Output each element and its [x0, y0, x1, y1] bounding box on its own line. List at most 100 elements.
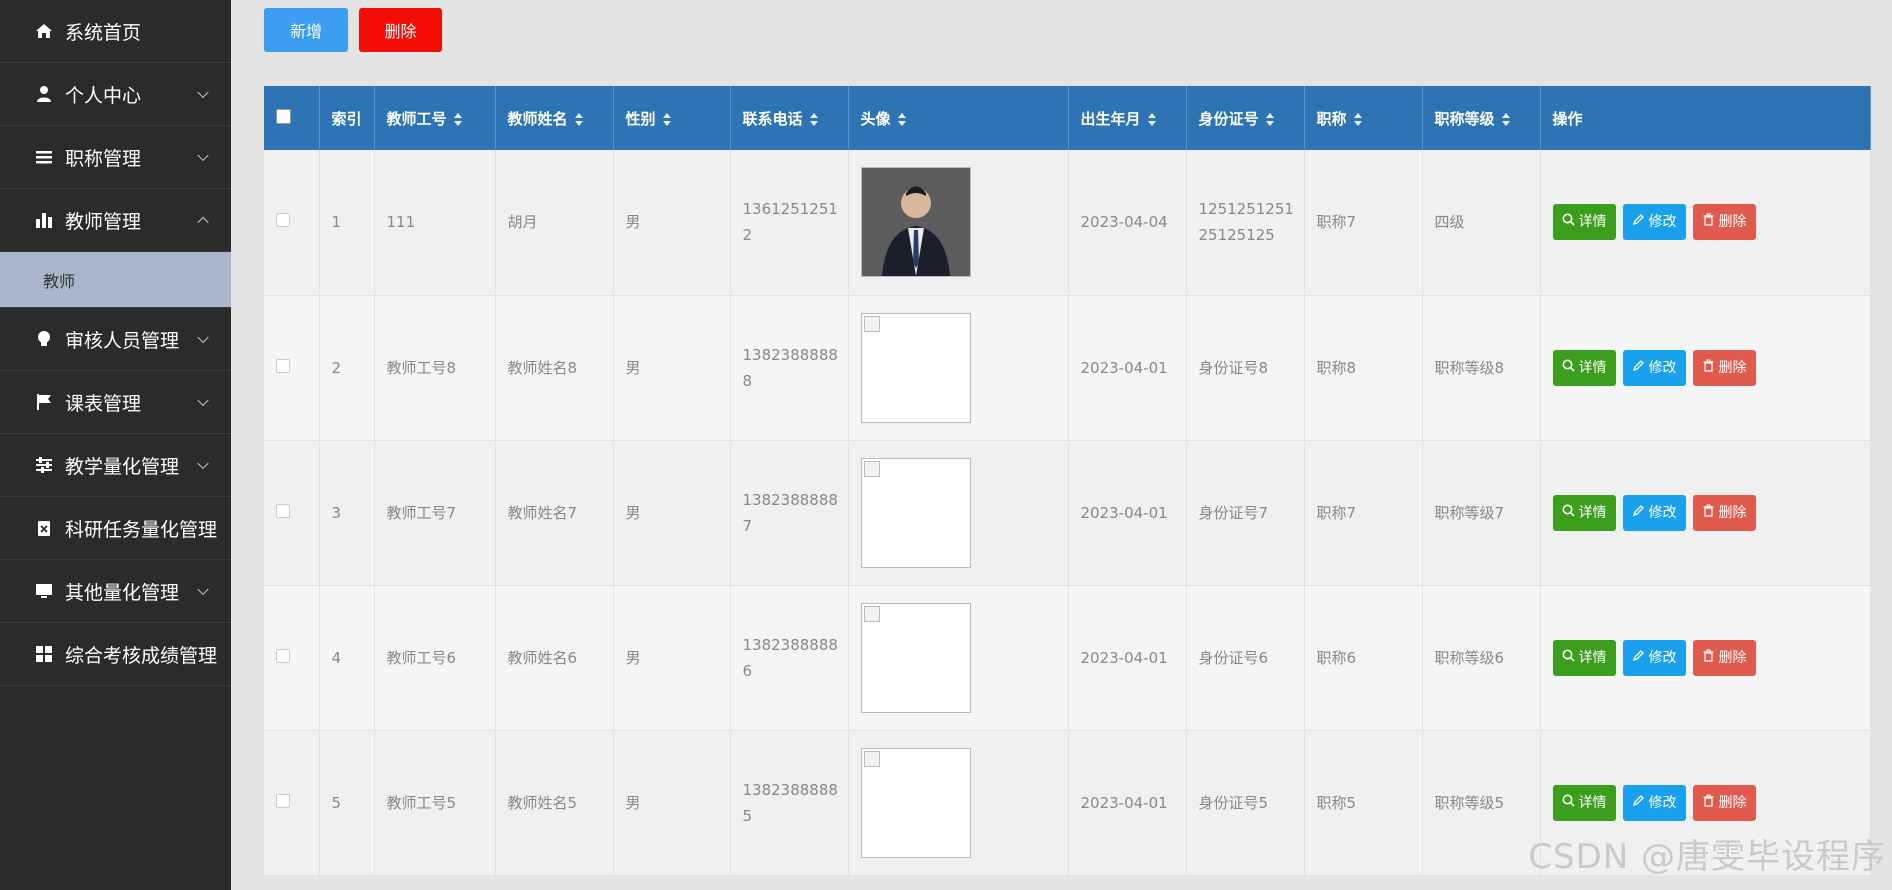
cell-actions: 详情 修改 删除: [1540, 150, 1871, 296]
cell-title: 职称7: [1304, 440, 1423, 586]
monitor-icon: [35, 582, 53, 600]
row-checkbox[interactable]: [276, 503, 290, 518]
sidebar-item-personal-center[interactable]: 个人中心: [0, 63, 231, 126]
cell-id-card: 身份证号8: [1186, 295, 1305, 441]
search-icon: [1562, 209, 1575, 235]
broken-image-icon: [863, 460, 880, 477]
row-checkbox-cell: [264, 585, 320, 731]
header-level[interactable]: 职称等级: [1422, 86, 1541, 150]
cell-phone: 13612512512: [730, 150, 849, 296]
detail-button[interactable]: 详情: [1552, 494, 1616, 531]
sidebar-item-label: 职称管理: [65, 147, 142, 170]
cell-id-card: 身份证号5: [1186, 730, 1305, 876]
broken-image-icon: [863, 315, 880, 332]
delete-button[interactable]: 删除: [1692, 204, 1756, 241]
sidebar-item-home[interactable]: 系统首页: [0, 0, 231, 63]
row-checkbox[interactable]: [276, 358, 290, 373]
sidebar-item-research-quant[interactable]: 科研任务量化管理: [0, 497, 231, 560]
edit-button[interactable]: 修改: [1622, 639, 1686, 676]
edit-icon: [1632, 790, 1645, 816]
cell-name: 胡月: [495, 150, 614, 296]
detail-button[interactable]: 详情: [1552, 784, 1616, 821]
cell-birth: 2023-04-01: [1068, 440, 1187, 586]
teacher-table: 索引 教师工号 教师姓名 性别 联系电话 头像 出生年月 身份证号 职称 职称等…: [264, 86, 1871, 876]
row-checkbox[interactable]: [276, 213, 290, 228]
bar-chart-icon: [35, 211, 53, 229]
cell-id-card: 身份证号6: [1186, 585, 1305, 731]
edit-button[interactable]: 修改: [1622, 204, 1686, 241]
detail-button[interactable]: 详情: [1552, 204, 1616, 241]
sort-icon[interactable]: [453, 112, 462, 126]
row-checkbox[interactable]: [276, 648, 290, 663]
avatar-image: [860, 747, 971, 858]
sidebar-item-label: 综合考核成绩管理: [65, 644, 218, 667]
cell-level: 职称等级7: [1422, 440, 1541, 586]
header-phone[interactable]: 联系电话: [730, 86, 849, 150]
header-index: 索引: [319, 86, 375, 150]
cell-gender: 男: [613, 295, 731, 441]
edit-icon: [1632, 209, 1645, 235]
select-all-checkbox[interactable]: [276, 108, 291, 124]
header-name[interactable]: 教师姓名: [495, 86, 614, 150]
cell-birth: 2023-04-01: [1068, 730, 1187, 876]
row-checkbox[interactable]: [276, 793, 290, 808]
edit-button[interactable]: 修改: [1622, 494, 1686, 531]
sort-icon[interactable]: [1353, 112, 1362, 126]
sidebar-item-reviewer-management[interactable]: 审核人员管理: [0, 308, 231, 371]
header-gender[interactable]: 性别: [613, 86, 731, 150]
cell-teacher-id: 教师工号8: [374, 295, 496, 441]
home-icon: [35, 22, 53, 40]
sort-icon[interactable]: [809, 112, 818, 126]
sort-icon[interactable]: [1501, 112, 1510, 126]
add-button[interactable]: 新增: [264, 8, 348, 52]
bulk-delete-button[interactable]: 删除: [359, 8, 442, 52]
chevron-down-icon: [197, 583, 209, 596]
delete-button[interactable]: 删除: [1692, 639, 1756, 676]
header-teacher-id[interactable]: 教师工号: [374, 86, 496, 150]
cell-avatar: [848, 440, 1069, 586]
lightbulb-icon: [35, 330, 53, 348]
edit-icon: [1632, 500, 1645, 526]
sidebar-item-teacher-management[interactable]: 教师管理: [0, 189, 231, 252]
row-checkbox-cell: [264, 440, 320, 586]
header-avatar[interactable]: 头像: [848, 86, 1069, 150]
cell-name: 教师姓名7: [495, 440, 614, 586]
sort-icon[interactable]: [897, 112, 906, 126]
broken-image-icon: [863, 605, 880, 622]
cell-title: 职称8: [1304, 295, 1423, 441]
delete-button[interactable]: 删除: [1692, 784, 1756, 821]
sidebar-item-label: 课表管理: [65, 392, 142, 415]
cell-index: 1: [319, 150, 375, 296]
sidebar-subitem-teacher[interactable]: 教师: [0, 252, 231, 308]
search-icon: [1562, 790, 1575, 816]
sort-icon[interactable]: [574, 112, 583, 126]
edit-button[interactable]: 修改: [1622, 349, 1686, 386]
chevron-down-icon: [197, 86, 209, 99]
cell-level: 职称等级5: [1422, 730, 1541, 876]
sort-icon[interactable]: [662, 112, 671, 126]
delete-button[interactable]: 删除: [1692, 494, 1756, 531]
cell-phone: 13823888887: [730, 440, 849, 586]
cell-index: 5: [319, 730, 375, 876]
header-title[interactable]: 职称: [1304, 86, 1423, 150]
detail-button[interactable]: 详情: [1552, 639, 1616, 676]
sort-icon[interactable]: [1147, 112, 1156, 126]
chevron-down-icon: [197, 149, 209, 162]
sidebar-item-other-quant[interactable]: 其他量化管理: [0, 560, 231, 623]
sidebar-item-assessment[interactable]: 综合考核成绩管理: [0, 623, 231, 686]
header-actions: 操作: [1540, 86, 1871, 150]
header-birth[interactable]: 出生年月: [1068, 86, 1187, 150]
sort-icon[interactable]: [1265, 112, 1274, 126]
sidebar-item-label: 审核人员管理: [65, 329, 180, 352]
sidebar-item-title-management[interactable]: 职称管理: [0, 126, 231, 189]
edit-button[interactable]: 修改: [1622, 784, 1686, 821]
user-icon: [35, 85, 53, 103]
cell-level: 职称等级8: [1422, 295, 1541, 441]
cell-title: 职称6: [1304, 585, 1423, 731]
chevron-down-icon: [197, 457, 209, 470]
delete-button[interactable]: 删除: [1692, 349, 1756, 386]
header-id-card[interactable]: 身份证号: [1186, 86, 1305, 150]
sidebar-item-schedule-management[interactable]: 课表管理: [0, 371, 231, 434]
sidebar-item-teaching-quant[interactable]: 教学量化管理: [0, 434, 231, 497]
detail-button[interactable]: 详情: [1552, 349, 1616, 386]
